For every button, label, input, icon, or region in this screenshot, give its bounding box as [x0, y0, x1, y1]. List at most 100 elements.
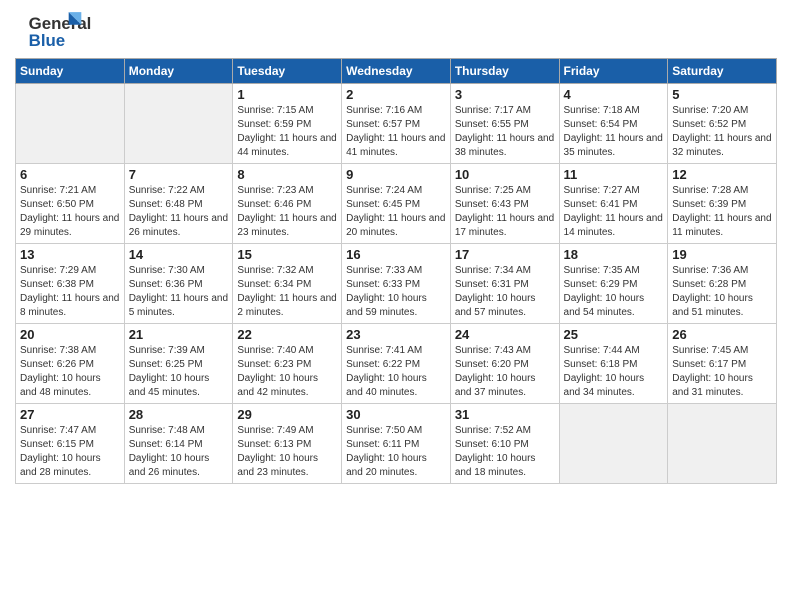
- day-number: 3: [455, 87, 555, 102]
- day-number: 31: [455, 407, 555, 422]
- calendar-week-row: 6 Sunrise: 7:21 AMSunset: 6:50 PMDaylight…: [16, 164, 777, 244]
- day-number: 15: [237, 247, 337, 262]
- calendar-cell: 8 Sunrise: 7:23 AMSunset: 6:46 PMDaylight…: [233, 164, 342, 244]
- calendar-cell: 10 Sunrise: 7:25 AMSunset: 6:43 PMDayligh…: [450, 164, 559, 244]
- day-number: 11: [564, 167, 664, 182]
- day-info: Sunrise: 7:33 AMSunset: 6:33 PMDaylight:…: [346, 264, 446, 320]
- day-number: 21: [129, 327, 229, 342]
- calendar-table: SundayMondayTuesdayWednesdayThursdayFrid…: [15, 58, 777, 484]
- weekday-header: Saturday: [668, 59, 777, 84]
- calendar-cell: 5 Sunrise: 7:20 AMSunset: 6:52 PMDaylight…: [668, 84, 777, 164]
- calendar-cell: 9Sunrise: 7:24 AMSunset: 6:45 PMDaylight…: [342, 164, 451, 244]
- day-info: Sunrise: 7:21 AMSunset: 6:50 PMDaylight:…: [20, 184, 120, 240]
- day-number: 1: [237, 87, 337, 102]
- calendar-week-row: 1 Sunrise: 7:15 AMSunset: 6:59 PMDaylight…: [16, 84, 777, 164]
- logo-icon: General Blue: [15, 10, 95, 50]
- day-info: Sunrise: 7:40 AMSunset: 6:23 PMDaylight:…: [237, 344, 337, 400]
- calendar-cell: [16, 84, 125, 164]
- day-number: 4: [564, 87, 664, 102]
- svg-text:Blue: Blue: [29, 31, 65, 50]
- day-info: Sunrise: 7:32 AMSunset: 6:34 PMDaylight:…: [237, 264, 337, 320]
- weekday-header-row: SundayMondayTuesdayWednesdayThursdayFrid…: [16, 59, 777, 84]
- day-info: Sunrise: 7:47 AMSunset: 6:15 PMDaylight:…: [20, 424, 120, 480]
- weekday-header: Friday: [559, 59, 668, 84]
- day-info: Sunrise: 7:27 AMSunset: 6:41 PMDaylight:…: [564, 184, 664, 240]
- day-number: 13: [20, 247, 120, 262]
- day-info: Sunrise: 7:18 AMSunset: 6:54 PMDaylight:…: [564, 104, 664, 160]
- page-header: General Blue: [15, 10, 777, 50]
- day-number: 22: [237, 327, 337, 342]
- calendar-week-row: 27 Sunrise: 7:47 AMSunset: 6:15 PMDayligh…: [16, 404, 777, 484]
- calendar-cell: 30 Sunrise: 7:50 AMSunset: 6:11 PMDayligh…: [342, 404, 451, 484]
- calendar-cell: 6 Sunrise: 7:21 AMSunset: 6:50 PMDaylight…: [16, 164, 125, 244]
- day-info: Sunrise: 7:25 AMSunset: 6:43 PMDaylight:…: [455, 184, 555, 240]
- day-info: Sunrise: 7:48 AMSunset: 6:14 PMDaylight:…: [129, 424, 229, 480]
- calendar-week-row: 20Sunrise: 7:38 AMSunset: 6:26 PMDayligh…: [16, 324, 777, 404]
- calendar-cell: 26 Sunrise: 7:45 AMSunset: 6:17 PMDayligh…: [668, 324, 777, 404]
- day-info: Sunrise: 7:22 AMSunset: 6:48 PMDaylight:…: [129, 184, 229, 240]
- calendar-cell: [668, 404, 777, 484]
- calendar-cell: 2Sunrise: 7:16 AMSunset: 6:57 PMDaylight…: [342, 84, 451, 164]
- day-info: Sunrise: 7:35 AMSunset: 6:29 PMDaylight:…: [564, 264, 664, 320]
- day-info: Sunrise: 7:49 AMSunset: 6:13 PMDaylight:…: [237, 424, 337, 480]
- day-number: 7: [129, 167, 229, 182]
- calendar-cell: 1 Sunrise: 7:15 AMSunset: 6:59 PMDaylight…: [233, 84, 342, 164]
- day-info: Sunrise: 7:28 AMSunset: 6:39 PMDaylight:…: [672, 184, 772, 240]
- day-info: Sunrise: 7:43 AMSunset: 6:20 PMDaylight:…: [455, 344, 555, 400]
- calendar-cell: 23 Sunrise: 7:41 AMSunset: 6:22 PMDayligh…: [342, 324, 451, 404]
- calendar-cell: 13Sunrise: 7:29 AMSunset: 6:38 PMDayligh…: [16, 244, 125, 324]
- day-info: Sunrise: 7:30 AMSunset: 6:36 PMDaylight:…: [129, 264, 229, 320]
- calendar-cell: 11 Sunrise: 7:27 AMSunset: 6:41 PMDayligh…: [559, 164, 668, 244]
- calendar-cell: 14 Sunrise: 7:30 AMSunset: 6:36 PMDayligh…: [124, 244, 233, 324]
- calendar-cell: 17 Sunrise: 7:34 AMSunset: 6:31 PMDayligh…: [450, 244, 559, 324]
- day-number: 27: [20, 407, 120, 422]
- day-number: 5: [672, 87, 772, 102]
- calendar-cell: 22 Sunrise: 7:40 AMSunset: 6:23 PMDayligh…: [233, 324, 342, 404]
- calendar-cell: 4 Sunrise: 7:18 AMSunset: 6:54 PMDaylight…: [559, 84, 668, 164]
- day-number: 29: [237, 407, 337, 422]
- calendar-cell: [124, 84, 233, 164]
- day-number: 19: [672, 247, 772, 262]
- weekday-header: Wednesday: [342, 59, 451, 84]
- day-number: 16: [346, 247, 446, 262]
- day-number: 8: [237, 167, 337, 182]
- day-number: 10: [455, 167, 555, 182]
- day-number: 28: [129, 407, 229, 422]
- logo: General Blue: [15, 10, 95, 50]
- calendar-cell: 28 Sunrise: 7:48 AMSunset: 6:14 PMDayligh…: [124, 404, 233, 484]
- day-info: Sunrise: 7:20 AMSunset: 6:52 PMDaylight:…: [672, 104, 772, 160]
- day-info: Sunrise: 7:24 AMSunset: 6:45 PMDaylight:…: [346, 184, 446, 240]
- weekday-header: Tuesday: [233, 59, 342, 84]
- calendar-cell: 3 Sunrise: 7:17 AMSunset: 6:55 PMDaylight…: [450, 84, 559, 164]
- day-info: Sunrise: 7:52 AMSunset: 6:10 PMDaylight:…: [455, 424, 555, 480]
- day-number: 6: [20, 167, 120, 182]
- day-info: Sunrise: 7:15 AMSunset: 6:59 PMDaylight:…: [237, 104, 337, 160]
- day-info: Sunrise: 7:41 AMSunset: 6:22 PMDaylight:…: [346, 344, 446, 400]
- calendar-cell: 15 Sunrise: 7:32 AMSunset: 6:34 PMDayligh…: [233, 244, 342, 324]
- day-info: Sunrise: 7:45 AMSunset: 6:17 PMDaylight:…: [672, 344, 772, 400]
- calendar-cell: 16 Sunrise: 7:33 AMSunset: 6:33 PMDayligh…: [342, 244, 451, 324]
- day-number: 30: [346, 407, 446, 422]
- day-number: 23: [346, 327, 446, 342]
- calendar-cell: 19 Sunrise: 7:36 AMSunset: 6:28 PMDayligh…: [668, 244, 777, 324]
- day-number: 2: [346, 87, 446, 102]
- day-number: 17: [455, 247, 555, 262]
- calendar-cell: 20Sunrise: 7:38 AMSunset: 6:26 PMDayligh…: [16, 324, 125, 404]
- day-number: 14: [129, 247, 229, 262]
- day-number: 26: [672, 327, 772, 342]
- day-info: Sunrise: 7:34 AMSunset: 6:31 PMDaylight:…: [455, 264, 555, 320]
- day-number: 18: [564, 247, 664, 262]
- day-number: 24: [455, 327, 555, 342]
- calendar-cell: [559, 404, 668, 484]
- day-info: Sunrise: 7:17 AMSunset: 6:55 PMDaylight:…: [455, 104, 555, 160]
- calendar-cell: 12Sunrise: 7:28 AMSunset: 6:39 PMDayligh…: [668, 164, 777, 244]
- day-info: Sunrise: 7:50 AMSunset: 6:11 PMDaylight:…: [346, 424, 446, 480]
- day-info: Sunrise: 7:36 AMSunset: 6:28 PMDaylight:…: [672, 264, 772, 320]
- weekday-header: Thursday: [450, 59, 559, 84]
- calendar-cell: 7 Sunrise: 7:22 AMSunset: 6:48 PMDaylight…: [124, 164, 233, 244]
- day-info: Sunrise: 7:23 AMSunset: 6:46 PMDaylight:…: [237, 184, 337, 240]
- day-number: 25: [564, 327, 664, 342]
- calendar-cell: 31 Sunrise: 7:52 AMSunset: 6:10 PMDayligh…: [450, 404, 559, 484]
- day-number: 20: [20, 327, 120, 342]
- calendar-cell: 24 Sunrise: 7:43 AMSunset: 6:20 PMDayligh…: [450, 324, 559, 404]
